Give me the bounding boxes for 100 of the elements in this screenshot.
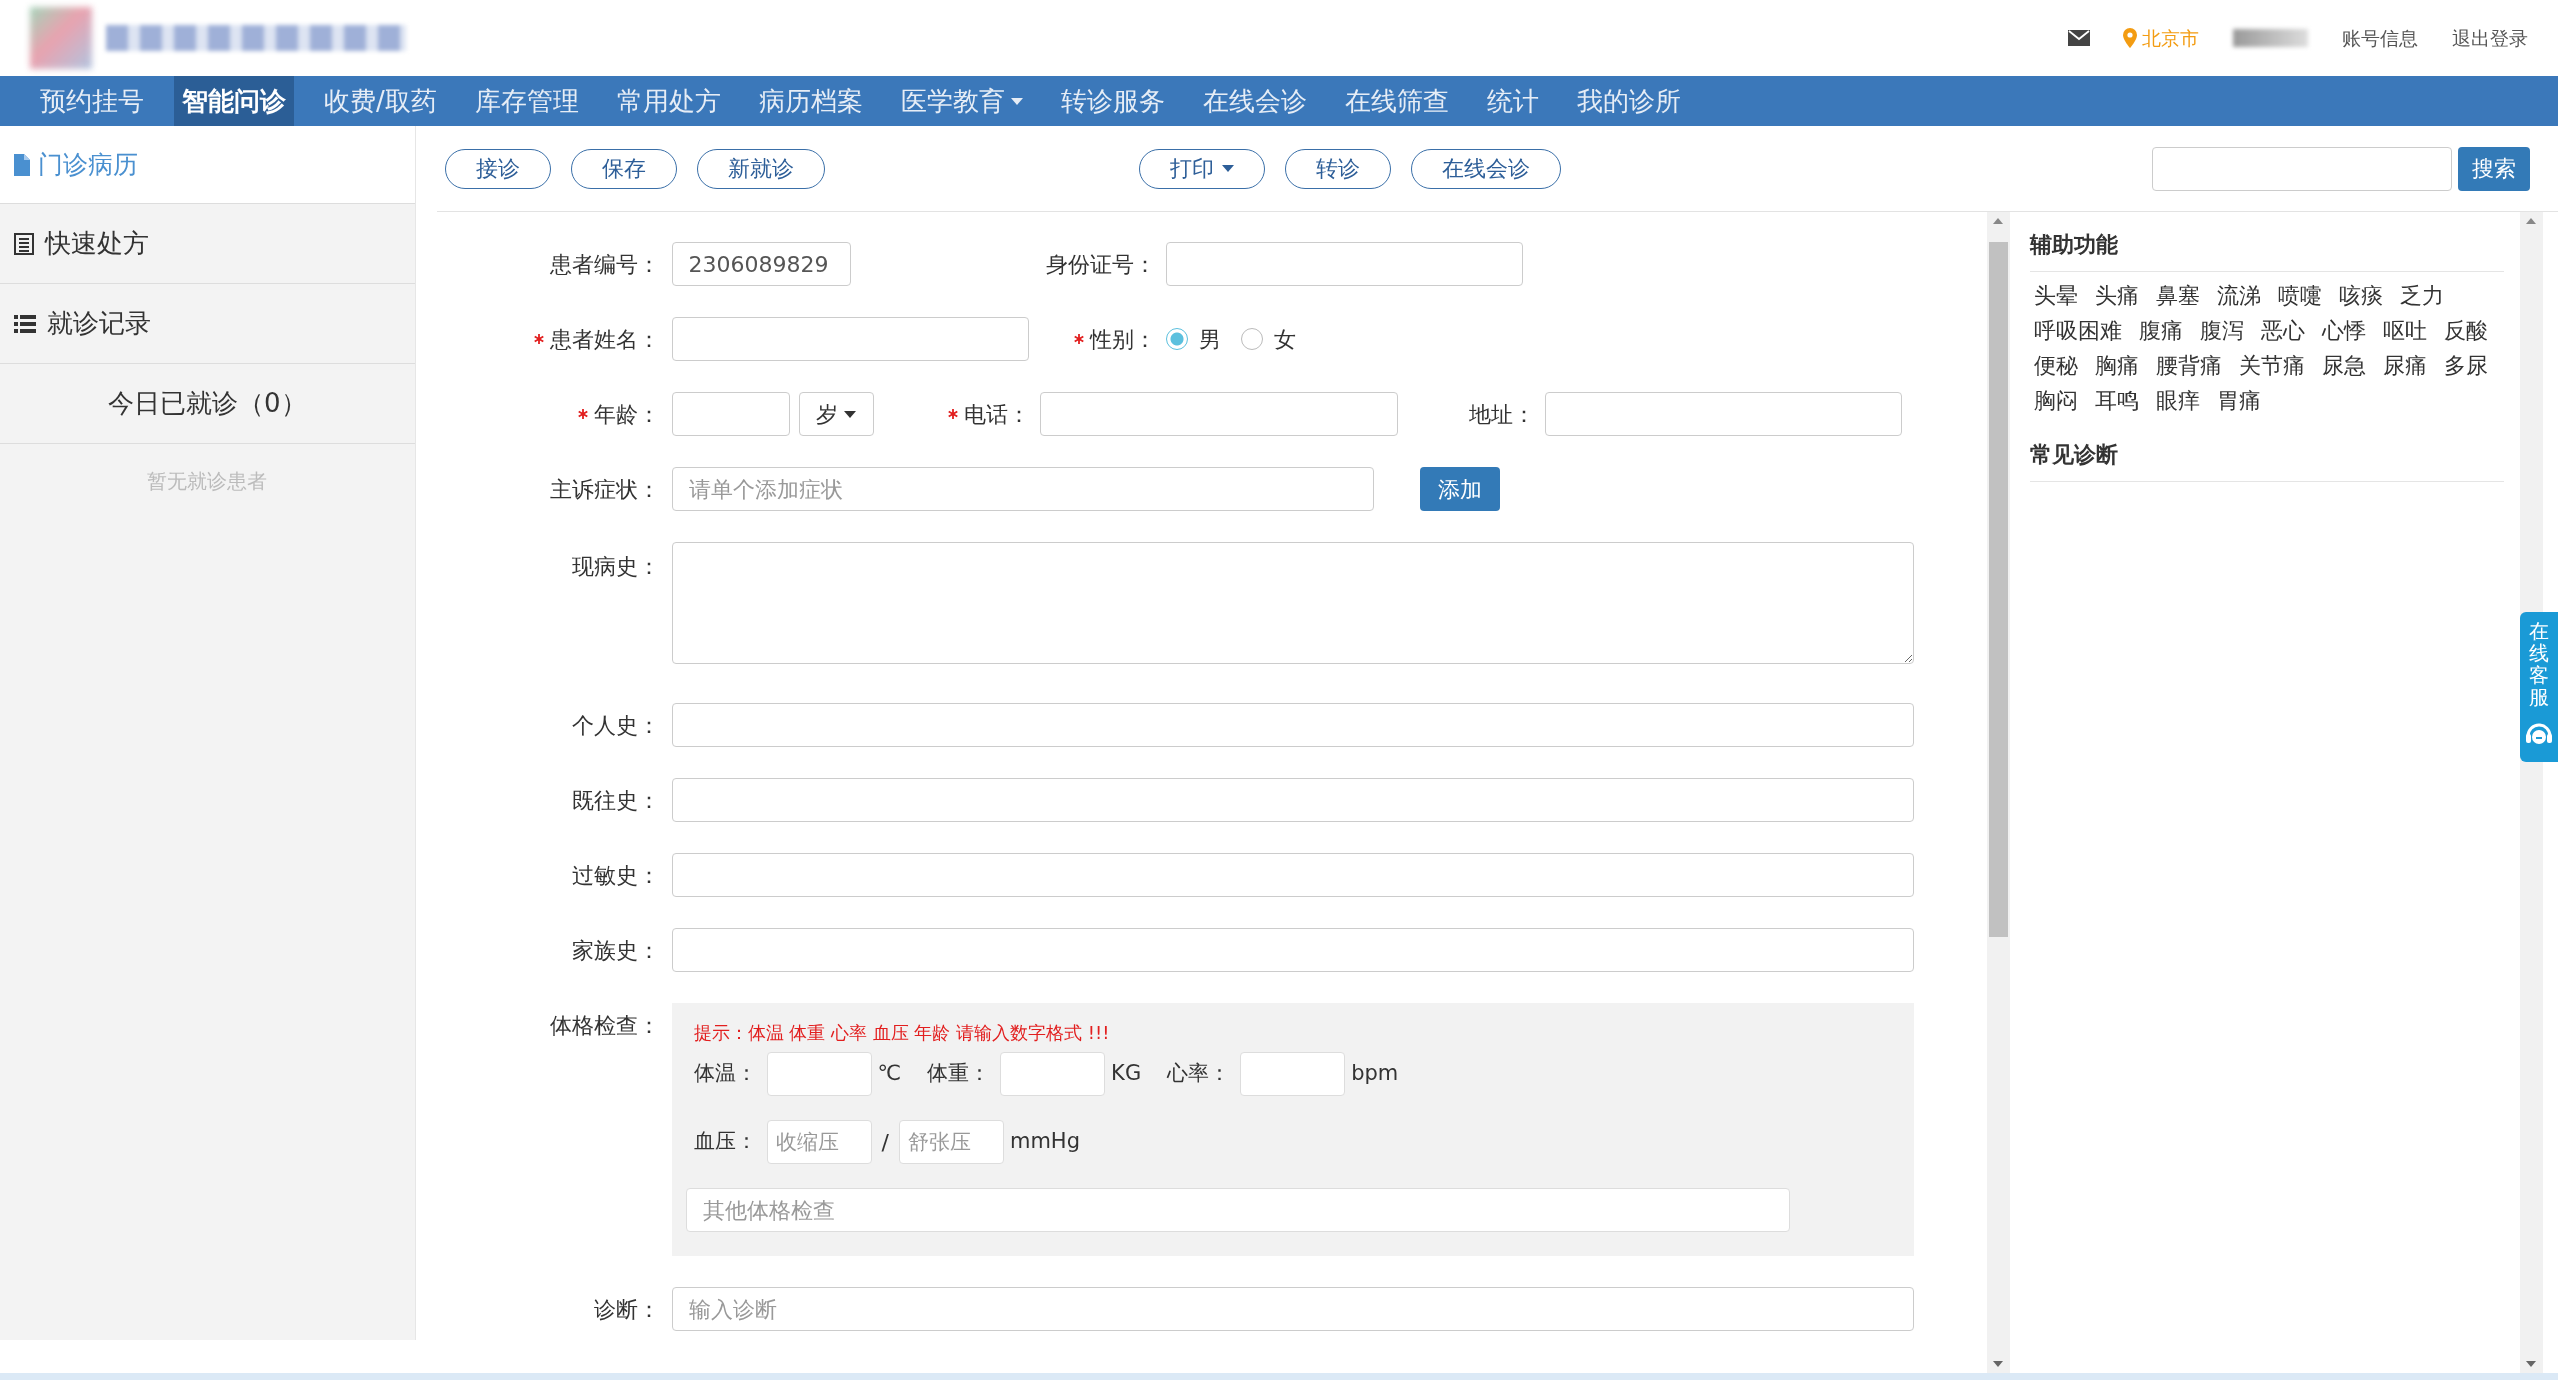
scroll-down-icon[interactable] — [1992, 1359, 2004, 1369]
input-field[interactable]: 输入诊断 — [671, 1287, 1914, 1331]
input-field[interactable] — [1165, 242, 1523, 286]
symptom-link[interactable]: 咳痰 — [2338, 278, 2383, 313]
toolbar-button[interactable]: 在线会诊 — [1410, 148, 1561, 189]
vital-label: 心率： — [1167, 1060, 1231, 1088]
field-label: 体格检查： — [549, 1012, 660, 1040]
symptom-link[interactable]: 头晕 — [2033, 278, 2078, 313]
field-label: 家族史： — [571, 936, 660, 965]
symptom-link[interactable]: 心悸 — [2321, 313, 2366, 348]
sidebar-item[interactable]: 快速处方 — [0, 204, 415, 284]
input-field[interactable] — [671, 317, 1029, 361]
scrollbar-thumb[interactable] — [1988, 242, 2008, 937]
nav-tab[interactable]: 库存管理 — [466, 76, 587, 126]
toolbar-button[interactable]: 转诊 — [1284, 148, 1391, 189]
input-field[interactable] — [671, 392, 790, 436]
symptom-link[interactable]: 腹泻 — [2199, 313, 2244, 348]
symptom-link[interactable]: 胃痛 — [2216, 383, 2261, 418]
symptom-link[interactable]: 关节痛 — [2238, 348, 2305, 383]
nav-tab[interactable]: 统计 — [1478, 76, 1547, 126]
input-field[interactable] — [671, 778, 1914, 822]
input-field[interactable] — [766, 1052, 872, 1096]
symptom-link[interactable]: 耳鸣 — [2094, 383, 2139, 418]
symptom-link[interactable]: 腹痛 — [2138, 313, 2183, 348]
header-link[interactable]: 账号信息 — [2342, 23, 2418, 53]
search-field[interactable] — [2152, 146, 2452, 191]
search-button[interactable]: 搜索 — [2458, 146, 2530, 191]
symptom-link[interactable]: 恶心 — [2260, 313, 2305, 348]
unit-label: KG — [1111, 1060, 1142, 1088]
symptom-link[interactable]: 胸闷 — [2033, 383, 2078, 418]
symptom-link[interactable]: 腰背痛 — [2155, 348, 2222, 383]
toolbar-button[interactable]: 保存 — [570, 148, 677, 189]
radio-button[interactable] — [1165, 328, 1188, 350]
separator-text: / — [881, 1128, 889, 1157]
symptom-link[interactable]: 呼吸困难 — [2033, 313, 2122, 348]
input-field[interactable] — [1544, 392, 1902, 436]
symptom-link[interactable]: 眼痒 — [2155, 383, 2200, 418]
field-label: 患者姓名： — [549, 325, 660, 354]
input-field[interactable] — [1039, 392, 1398, 436]
nav-tab[interactable]: 预约挂号 — [32, 76, 152, 126]
symptom-link[interactable]: 喷嚏 — [2277, 278, 2322, 313]
nav-tab[interactable]: 在线筛查 — [1336, 76, 1457, 126]
field-label: 电话： — [963, 400, 1030, 429]
nav-tab[interactable]: 我的诊所 — [1568, 76, 1689, 126]
nav-tab[interactable]: 医学教育 — [892, 76, 1031, 126]
nav-tab[interactable]: 收费/取药 — [316, 76, 445, 126]
symptom-link[interactable]: 便秘 — [2033, 348, 2078, 383]
toolbar-button[interactable]: 接诊 — [444, 148, 551, 189]
input-field[interactable] — [671, 703, 1914, 747]
symptom-link[interactable]: 乏力 — [2399, 278, 2444, 313]
text-area[interactable] — [671, 542, 1914, 664]
unit-label: bpm — [1351, 1060, 1399, 1088]
input-field[interactable] — [1000, 1052, 1106, 1096]
input-field[interactable] — [671, 853, 1914, 897]
header-link[interactable]: 退出登录 — [2452, 23, 2528, 53]
input-field[interactable]: 收缩压 — [766, 1120, 872, 1164]
nav-tab[interactable]: 在线会诊 — [1194, 76, 1315, 126]
field-label: 既往史： — [571, 786, 660, 815]
list-box-icon — [14, 232, 34, 255]
radio-button[interactable] — [1240, 328, 1263, 350]
symptom-link[interactable]: 呕吐 — [2382, 313, 2427, 348]
unit-dropdown[interactable]: 岁 — [798, 392, 874, 436]
field-label: 患者编号： — [549, 250, 660, 279]
scrollbar[interactable] — [1986, 212, 2010, 1373]
add-button[interactable]: 添加 — [1419, 467, 1500, 511]
nav-tab[interactable]: 常用处方 — [608, 76, 729, 126]
sidebar-item[interactable]: 就诊记录 — [0, 284, 415, 364]
nav-tab[interactable]: 病历档案 — [750, 76, 871, 126]
radio-label: 男 — [1198, 325, 1221, 354]
toolbar-button[interactable]: 打印 — [1138, 148, 1265, 189]
toolbar-button[interactable]: 新就诊 — [696, 148, 825, 189]
field-label: 诊断： — [593, 1295, 660, 1324]
nav-tab[interactable]: 转诊服务 — [1052, 76, 1173, 126]
symptom-link[interactable]: 反酸 — [2443, 313, 2488, 348]
symptom-link[interactable]: 多尿 — [2443, 348, 2488, 383]
mail-icon[interactable] — [2067, 30, 2090, 46]
field-label: 身份证号： — [1045, 250, 1156, 279]
symptom-link[interactable]: 胸痛 — [2094, 348, 2139, 383]
input-field[interactable]: 其他体格检查 — [685, 1188, 1790, 1232]
symptom-link[interactable]: 鼻塞 — [2155, 278, 2200, 313]
symptom-link[interactable]: 尿痛 — [2382, 348, 2427, 383]
section-title: 辅助功能 — [2029, 232, 2118, 257]
nav-tab[interactable]: 智能问诊 — [174, 76, 294, 126]
scroll-up-icon[interactable] — [1992, 216, 2004, 226]
field-label: 个人史： — [571, 711, 660, 740]
input-field[interactable] — [671, 928, 1914, 972]
symptom-link[interactable]: 尿急 — [2321, 348, 2366, 383]
unit-label: mmHg — [1009, 1128, 1080, 1156]
input-field[interactable]: 请单个添加症状 — [671, 467, 1374, 511]
scroll-down-icon[interactable] — [2525, 1359, 2537, 1369]
warning-hint: 提示：体温 体重 心率 血压 年龄 请输入数字格式 !!! — [693, 1022, 1110, 1043]
input-field[interactable]: 2306089829 — [671, 242, 851, 286]
input-field[interactable] — [1240, 1052, 1346, 1096]
symptom-link[interactable]: 头痛 — [2094, 278, 2139, 313]
scroll-up-icon[interactable] — [2525, 216, 2537, 226]
input-field[interactable]: 舒张压 — [898, 1120, 1004, 1164]
caret-icon — [844, 410, 856, 418]
symptom-link[interactable]: 流涕 — [2216, 278, 2261, 313]
unit-label: ℃ — [877, 1060, 902, 1088]
field-label: 性别： — [1089, 325, 1156, 354]
